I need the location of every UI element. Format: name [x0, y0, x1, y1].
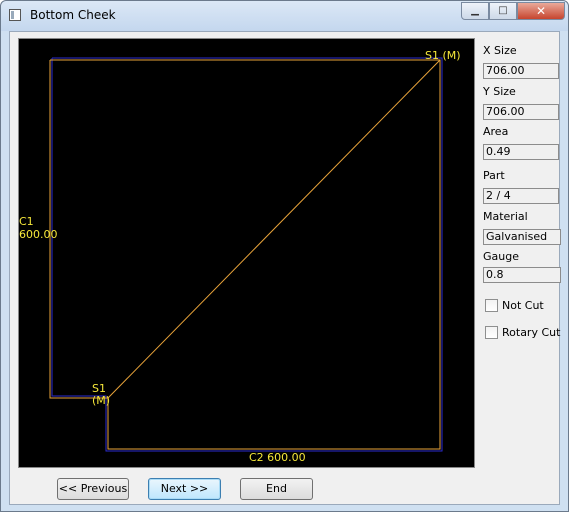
diagonal-seam [107, 59, 441, 399]
rotary-cut-label[interactable]: Rotary Cut [502, 326, 560, 339]
drawing-canvas[interactable]: S1 (M) C1 600.00 S1 (M) C2 600.00 [18, 38, 475, 468]
area-label: Area [483, 125, 509, 138]
y-size-label: Y Size [483, 85, 516, 98]
y-size-field: 706.00 [483, 104, 559, 120]
app-window: Bottom Cheek ▁ □ ✕ S1 (M) C1 600.00 S1 (… [0, 0, 569, 512]
close-icon: ✕ [535, 4, 547, 18]
material-field: Galvanised [483, 229, 561, 245]
area-field: 0.49 [483, 144, 559, 160]
label-c1-value: 600.00 [19, 228, 58, 241]
label-s1-bottom-m: (M) [92, 394, 111, 407]
part-outline [49, 59, 441, 450]
label-s1-top: S1 (M) [425, 49, 461, 62]
x-size-field: 706.00 [483, 63, 559, 79]
previous-button[interactable]: << Previous [57, 478, 129, 500]
minimize-button[interactable]: ▁ [461, 2, 489, 20]
x-size-label: X Size [483, 44, 517, 57]
not-cut-checkbox[interactable] [485, 299, 498, 312]
maximize-icon: □ [498, 5, 508, 16]
title-bar[interactable]: Bottom Cheek ▁ □ ✕ [1, 1, 568, 31]
material-label: Material [483, 210, 528, 223]
minimize-icon: ▁ [471, 5, 479, 16]
rotary-cut-checkbox[interactable] [485, 326, 498, 339]
label-c1: C1 [19, 215, 34, 228]
app-icon [9, 9, 21, 21]
part-field: 2 / 4 [483, 188, 559, 204]
next-button[interactable]: Next >> [148, 478, 221, 500]
close-button[interactable]: ✕ [517, 2, 565, 20]
end-button[interactable]: End [240, 478, 313, 500]
gauge-field: 0.8 [483, 267, 561, 283]
maximize-button[interactable]: □ [489, 2, 517, 20]
window-controls: ▁ □ ✕ [461, 2, 565, 21]
gauge-label: Gauge [483, 250, 519, 263]
label-c2: C2 600.00 [249, 451, 306, 464]
not-cut-label[interactable]: Not Cut [502, 299, 544, 312]
window-title: Bottom Cheek [30, 8, 116, 22]
part-drawing [49, 57, 443, 452]
part-label: Part [483, 169, 505, 182]
